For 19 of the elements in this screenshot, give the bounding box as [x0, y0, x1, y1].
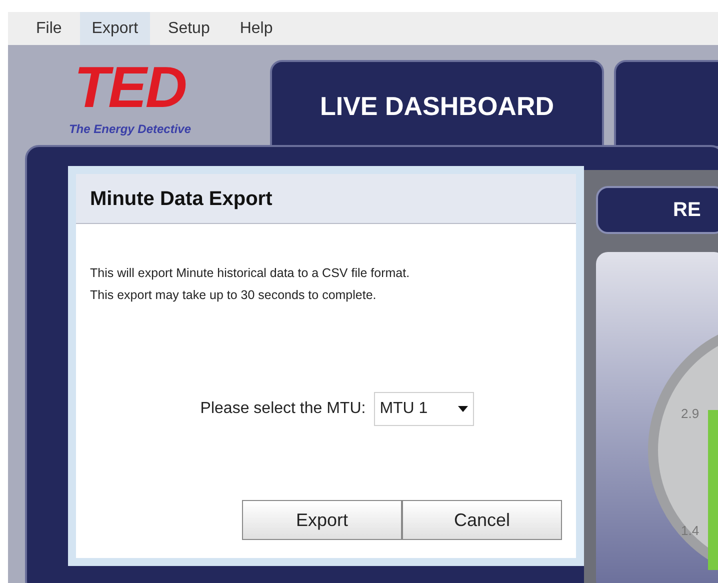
gauge-label: 2.9	[681, 405, 700, 423]
report-tab-button[interactable]: RE	[596, 186, 718, 234]
logo-tagline: The Energy Detective	[68, 121, 192, 138]
menu-item[interactable]: Setup	[156, 12, 222, 46]
caret-icon	[458, 406, 468, 412]
menu-item[interactable]: Help	[228, 12, 285, 46]
cancel-button[interactable]: Cancel	[402, 500, 562, 540]
second-tab[interactable]	[614, 60, 718, 148]
mtu-dropdown[interactable]: MTU 1	[374, 392, 474, 426]
tab[interactable]: LIVE DASHBOARD	[270, 60, 604, 148]
export-button[interactable]: Export	[242, 500, 402, 540]
menu-item[interactable]: Export	[80, 12, 150, 46]
mtu-label: Please select the MTU:	[200, 399, 366, 419]
menu-item[interactable]: File	[24, 12, 74, 46]
message-line: This export may take up to 30 seconds to complete.	[90, 287, 378, 304]
gauge-label: 1.4	[681, 522, 700, 540]
message-line: This will export Minute historical data to a CSV file format.	[90, 265, 411, 282]
dialog-title: Minute Data Export	[90, 186, 272, 212]
logo-text: TED	[74, 56, 186, 120]
